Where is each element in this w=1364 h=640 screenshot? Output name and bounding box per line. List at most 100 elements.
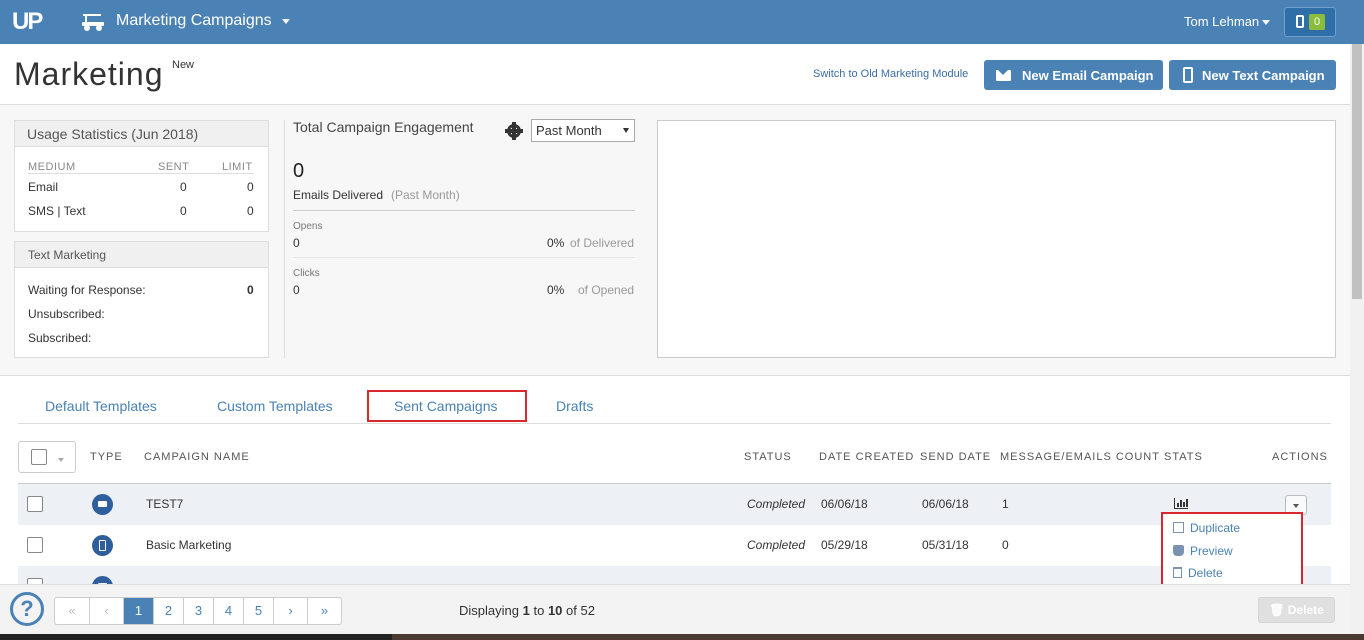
new-text-campaign-button[interactable]: New Text Campaign: [1169, 60, 1336, 90]
page-next-button[interactable]: ›: [274, 598, 308, 624]
usage-sent: 0: [180, 204, 187, 218]
clicks-percent-note: of Opened: [578, 283, 635, 297]
trash-icon: [1173, 567, 1182, 578]
column-header-type: TYPE: [90, 451, 123, 463]
usage-sent: 0: [180, 180, 187, 194]
row-actions-menu: Duplicate Preview Delete: [1161, 512, 1303, 589]
column-header-sent: SENT: [158, 161, 190, 173]
row-checkbox[interactable]: [27, 537, 43, 553]
scrollbar-thumb[interactable]: [1352, 44, 1362, 299]
campaign-status: Completed: [747, 497, 806, 511]
opens-percent-note: of Delivered: [570, 236, 635, 250]
column-header-actions: ACTIONS: [1272, 451, 1328, 463]
help-icon[interactable]: ?: [10, 592, 44, 626]
tab-drafts[interactable]: Drafts: [556, 398, 593, 414]
divider: [0, 375, 1350, 376]
table-row[interactable]: TEST7 Completed 06/06/18 06/06/18 1: [18, 484, 1331, 525]
summary-prefix: Displaying: [459, 603, 519, 618]
new-badge: New: [172, 59, 195, 71]
user-menu[interactable]: Tom Lehman: [1184, 14, 1259, 29]
tab-default-templates[interactable]: Default Templates: [45, 398, 157, 414]
tab-custom-templates[interactable]: Custom Templates: [217, 398, 333, 414]
button-label: New Email Campaign: [1022, 68, 1154, 83]
vertical-scrollbar[interactable]: [1350, 44, 1364, 640]
chevron-down-icon[interactable]: [1262, 20, 1270, 25]
envelope-icon: [92, 494, 113, 515]
emails-delivered-label: Emails Delivered: [293, 188, 384, 202]
period-selected-value: Past Month: [536, 123, 602, 138]
phone-icon: [1296, 15, 1304, 28]
opens-label: Opens: [293, 221, 323, 232]
envelope-icon: [996, 70, 1011, 81]
button-label: Delete: [1287, 603, 1324, 617]
page-prev-button[interactable]: ‹: [90, 598, 124, 624]
period-select[interactable]: Past Month: [531, 119, 635, 142]
top-bar: UP Marketing Campaigns Tom Lehman 0: [0, 0, 1364, 44]
summary-to: 10: [547, 603, 563, 618]
page-button-2[interactable]: 2: [154, 598, 184, 624]
send-date: 05/31/18: [922, 538, 969, 552]
bulk-delete-button[interactable]: 🗑 Delete: [1258, 597, 1335, 623]
column-header-send-date[interactable]: SEND DATE: [920, 451, 991, 463]
divider: [284, 120, 285, 358]
column-header-count[interactable]: MESSAGE/EMAILS COUNT: [1000, 451, 1160, 463]
chevron-down-icon[interactable]: [282, 19, 290, 24]
menu-item-delete[interactable]: Delete: [1173, 566, 1223, 580]
text-stat-label: Unsubscribed:: [28, 307, 105, 321]
usage-limit: 0: [247, 204, 254, 218]
notifications-button[interactable]: 0: [1284, 7, 1336, 37]
clicks-label: Clicks: [293, 268, 320, 279]
switch-old-module-link[interactable]: Switch to Old Marketing Module: [813, 68, 968, 80]
new-email-campaign-button[interactable]: New Email Campaign: [984, 60, 1163, 90]
divider: [28, 173, 254, 174]
select-all-dropdown[interactable]: [18, 441, 76, 473]
page-last-button[interactable]: »: [308, 598, 341, 624]
text-marketing-panel: Text Marketing Waiting for Response: 0 U…: [14, 241, 269, 358]
taskbar-edge: [392, 634, 1364, 640]
usage-medium: Email: [28, 180, 59, 194]
bar-chart-icon[interactable]: [1174, 498, 1188, 509]
column-header-date-created[interactable]: DATE CREATED: [819, 451, 914, 463]
page-first-button[interactable]: «: [55, 598, 90, 624]
row-checkbox[interactable]: [27, 496, 43, 512]
menu-item-label: Duplicate: [1190, 521, 1241, 535]
chevron-down-icon: [623, 128, 629, 133]
menu-item-label: Preview: [1190, 544, 1233, 558]
campaign-name[interactable]: Basic Marketing: [146, 538, 231, 552]
clicks-value: 0: [293, 283, 300, 297]
page-button-5[interactable]: 5: [244, 598, 274, 624]
page-title: Marketing: [14, 56, 164, 92]
binoculars-icon: [1173, 545, 1184, 556]
app-logo[interactable]: UP: [12, 8, 43, 36]
summary-total: 52: [580, 603, 595, 618]
date-created: 06/06/18: [821, 497, 868, 511]
active-tab-highlight: [367, 390, 527, 422]
select-all-checkbox[interactable]: [31, 449, 47, 465]
summary-to-word: to: [533, 603, 545, 618]
page-button-3[interactable]: 3: [184, 598, 214, 624]
menu-item-duplicate[interactable]: Duplicate: [1173, 521, 1240, 535]
page-button-4[interactable]: 4: [214, 598, 244, 624]
table-row[interactable]: Basic Marketing Completed 05/29/18 05/31…: [18, 525, 1331, 566]
table-footer: ? « ‹ 1 2 3 4 5 › » Displaying 1 to 10 o…: [0, 584, 1350, 634]
campaign-name[interactable]: TEST7: [146, 497, 183, 511]
column-header-limit: LIMIT: [222, 161, 253, 173]
mobile-phone-icon: [1183, 67, 1193, 83]
divider: [293, 257, 635, 258]
usage-limit: 0: [247, 180, 254, 194]
send-date: 06/06/18: [922, 497, 969, 511]
table-row[interactable]: [18, 566, 1331, 584]
column-header-campaign-name[interactable]: CAMPAIGN NAME: [144, 451, 250, 463]
usage-medium: SMS | Text: [28, 204, 86, 218]
menu-item-preview[interactable]: Preview: [1173, 544, 1233, 558]
chevron-down-icon[interactable]: [58, 458, 64, 462]
campaign-status: Completed: [747, 538, 806, 552]
text-stat-value: 0: [247, 283, 254, 297]
mobile-phone-icon: [92, 535, 113, 556]
app-switcher[interactable]: Marketing Campaigns: [116, 12, 272, 30]
gear-icon[interactable]: [505, 122, 523, 140]
summary-of-word: of: [566, 603, 577, 618]
column-header-status[interactable]: STATUS: [744, 451, 792, 463]
panel-title: Text Marketing: [15, 242, 268, 268]
page-button-1[interactable]: 1: [124, 598, 154, 624]
